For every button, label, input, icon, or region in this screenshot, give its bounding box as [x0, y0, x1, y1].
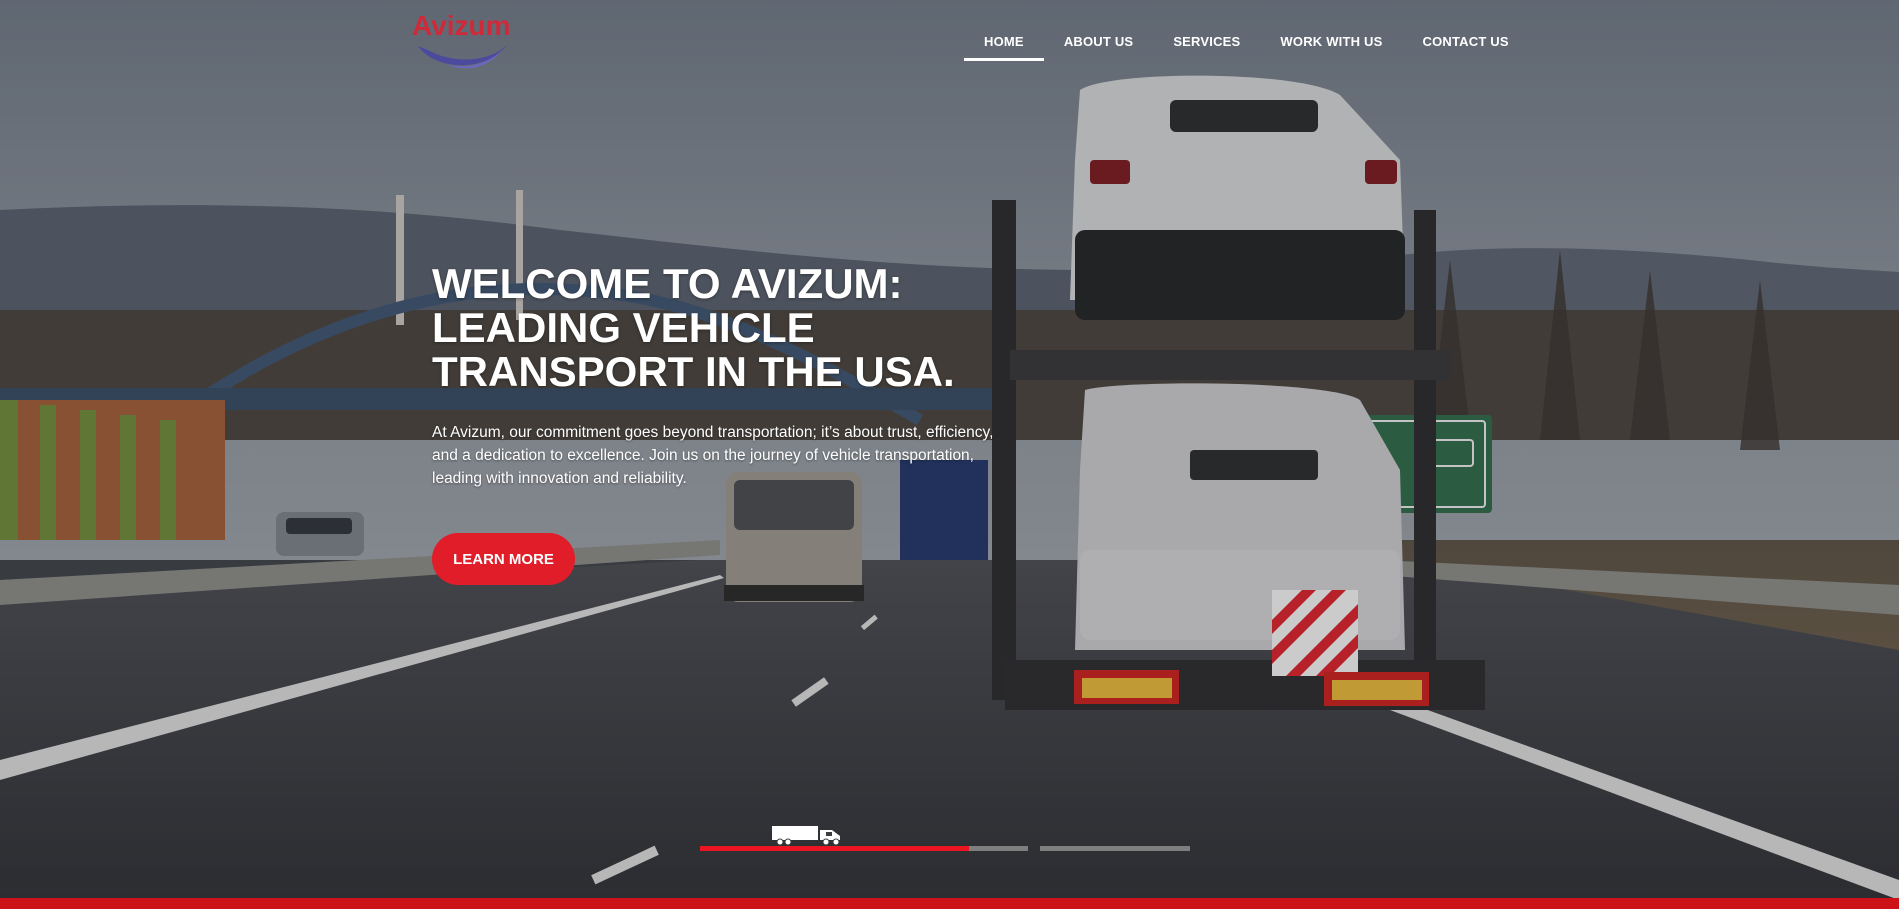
- slider-track-fill: [700, 846, 969, 851]
- nav-item-work-with-us[interactable]: WORK WITH US: [1260, 28, 1402, 61]
- logo-swoosh-icon: [418, 44, 508, 69]
- hero-section: Avizum HOME ABOUT US SERVICES WORK WITH …: [0, 0, 1899, 909]
- nav-item-home[interactable]: HOME: [964, 28, 1044, 61]
- slider-track-slide-2[interactable]: [1040, 846, 1190, 851]
- hero-description: At Avizum, our commitment goes beyond tr…: [432, 424, 994, 487]
- avizum-logo[interactable]: Avizum: [412, 10, 517, 76]
- main-navigation: HOME ABOUT US SERVICES WORK WITH US CONT…: [964, 28, 1529, 61]
- nav-item-about-us[interactable]: ABOUT US: [1044, 28, 1154, 61]
- bottom-accent-bar: [0, 898, 1899, 909]
- slider-progress: [700, 826, 1192, 852]
- hero-headline: WELCOME TO AVIZUM: LEADING VEHICLE TRANS…: [432, 260, 955, 395]
- logo-wordmark: Avizum: [412, 10, 511, 41]
- truck-icon: [772, 826, 840, 846]
- nav-item-contact-us[interactable]: CONTACT US: [1402, 28, 1528, 61]
- nav-item-services[interactable]: SERVICES: [1153, 28, 1260, 61]
- learn-more-button[interactable]: LEARN MORE: [432, 533, 575, 585]
- slider-track-slide-1[interactable]: [700, 846, 1028, 851]
